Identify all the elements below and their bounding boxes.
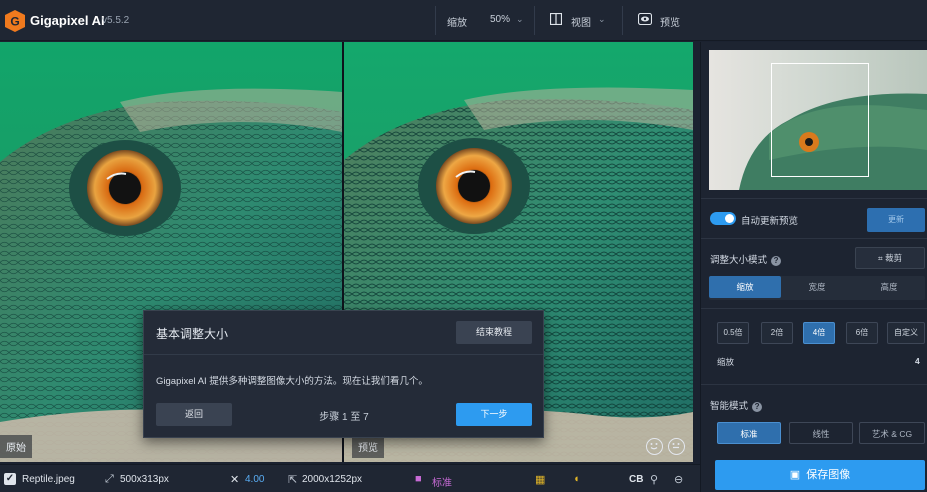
audio-icon: ◖: [573, 473, 580, 485]
gigapixel-logo-icon: G: [5, 10, 25, 32]
format-label: CB: [629, 474, 644, 485]
file-name: Reptile.jpeg: [22, 474, 75, 485]
save-label: 保存图像: [806, 469, 851, 481]
tab-height[interactable]: 高度: [853, 276, 925, 298]
end-tutorial-button[interactable]: 结束教程: [456, 321, 532, 344]
next-button[interactable]: 下一步: [456, 403, 532, 426]
help-icon[interactable]: ?: [752, 402, 763, 412]
navigator-preview[interactable]: [709, 50, 927, 190]
eye-icon[interactable]: [638, 13, 652, 25]
dialog-divider: [144, 354, 543, 355]
model-art-cg[interactable]: 艺术 & CG: [859, 422, 925, 444]
dialog-title: 基本调整大小: [156, 327, 229, 341]
face-icon[interactable]: [646, 438, 663, 455]
panel-divider: [701, 198, 927, 199]
model-lines[interactable]: 线性: [789, 422, 853, 444]
view-icon[interactable]: [550, 13, 562, 25]
resize-mode-heading: 调整大小模式?: [710, 252, 782, 266]
resize-mode-tabs: 缩放 宽度 高度: [709, 276, 925, 300]
resize-icon: ⤢: [105, 473, 114, 485]
original-label: 原始: [0, 435, 32, 458]
noise-icon: ▦: [535, 474, 546, 486]
settings-panel: 自动更新预览 更新 调整大小模式? ⌗ 裁剪 缩放 宽度 高度 0.5倍 2倍 …: [700, 42, 927, 492]
output-icon: ⇱: [288, 474, 298, 486]
panel-divider: [701, 308, 927, 309]
help-icon[interactable]: ?: [771, 256, 782, 266]
back-button[interactable]: 返回: [156, 403, 232, 426]
preview-label: 预览: [352, 435, 384, 458]
person-icon: ⚲: [650, 474, 659, 486]
tutorial-dialog: 基本调整大小 结束教程 Gigapixel AI 提供多种调整图像大小的方法。现…: [143, 310, 544, 438]
chevron-down-icon[interactable]: ⌄: [598, 14, 606, 25]
resize-mode-label: 调整大小模式: [710, 255, 768, 266]
top-toolbar: G Gigapixel AI v5.5.2 缩放 50% ⌄ 视图 ⌄ 预览: [0, 0, 927, 41]
toggle-knob: [725, 214, 734, 223]
scale-option-6x[interactable]: 6倍: [846, 322, 878, 344]
scale-option-2x[interactable]: 2倍: [761, 322, 793, 344]
save-image-button[interactable]: ▣ 保存图像: [715, 460, 925, 490]
ai-model-heading: 智能模式?: [710, 398, 763, 412]
status-bar: ✓ Reptile.jpeg ⤢ 500x313px ✕ 4.00 ⇱ 2000…: [0, 464, 700, 492]
panel-divider: [701, 238, 927, 239]
source-size: 500x313px: [120, 474, 169, 485]
view-dropdown[interactable]: 视图: [571, 14, 591, 29]
save-icon: ▣: [789, 469, 801, 481]
face-icon[interactable]: [668, 438, 685, 455]
scale-option-custom[interactable]: 自定义: [887, 322, 925, 344]
auto-update-label: 自动更新预览: [741, 216, 799, 227]
app-version: v5.5.2: [102, 15, 130, 26]
step-indicator: 步骤 1 至 7: [319, 412, 369, 423]
chevron-down-icon[interactable]: ⌄: [516, 14, 524, 25]
svg-text:G: G: [10, 15, 19, 29]
toolbar-separator: [622, 6, 623, 35]
scale-factor: 4.00: [245, 474, 265, 485]
output-size: 2000x1252px: [302, 474, 363, 485]
panel-divider: [701, 384, 927, 385]
crop-icon: ⌗: [877, 253, 886, 263]
model-standard[interactable]: 标准: [717, 422, 781, 444]
crop-label: 裁剪: [885, 253, 903, 263]
scale-option-0-5x[interactable]: 0.5倍: [717, 322, 749, 344]
model-name: 标准: [432, 478, 452, 489]
zoom-value-dropdown[interactable]: 50%: [490, 14, 510, 25]
remove-icon[interactable]: ⊖: [674, 473, 683, 486]
app-name: Gigapixel AI: [30, 13, 105, 28]
viewport-frame[interactable]: [771, 63, 869, 177]
zoom-label: 缩放: [447, 18, 467, 29]
scale-value: 4: [915, 356, 920, 366]
auto-update-toggle[interactable]: [710, 212, 736, 225]
gigapixel-app: G Gigapixel AI v5.5.2 缩放 50% ⌄ 视图 ⌄ 预览 原…: [0, 0, 927, 492]
model-icon: ■: [415, 473, 422, 485]
ai-model-label: 智能模式: [710, 401, 749, 412]
tab-scale[interactable]: 缩放: [709, 276, 781, 298]
toolbar-separator: [534, 6, 535, 35]
dialog-body: Gigapixel AI 提供多种调整图像大小的方法。现在让我们看几个。: [156, 376, 428, 387]
tab-width[interactable]: 宽度: [781, 276, 853, 298]
update-button[interactable]: 更新: [867, 208, 925, 232]
scale-icon: ✕: [230, 474, 240, 486]
scale-label: 缩放: [717, 357, 735, 367]
toolbar-separator: [435, 6, 436, 35]
preview-toggle[interactable]: 预览: [660, 14, 680, 29]
scale-option-4x[interactable]: 4倍: [803, 322, 835, 344]
checkbox-icon[interactable]: ✓: [4, 473, 16, 485]
crop-button[interactable]: ⌗ 裁剪: [855, 247, 925, 269]
